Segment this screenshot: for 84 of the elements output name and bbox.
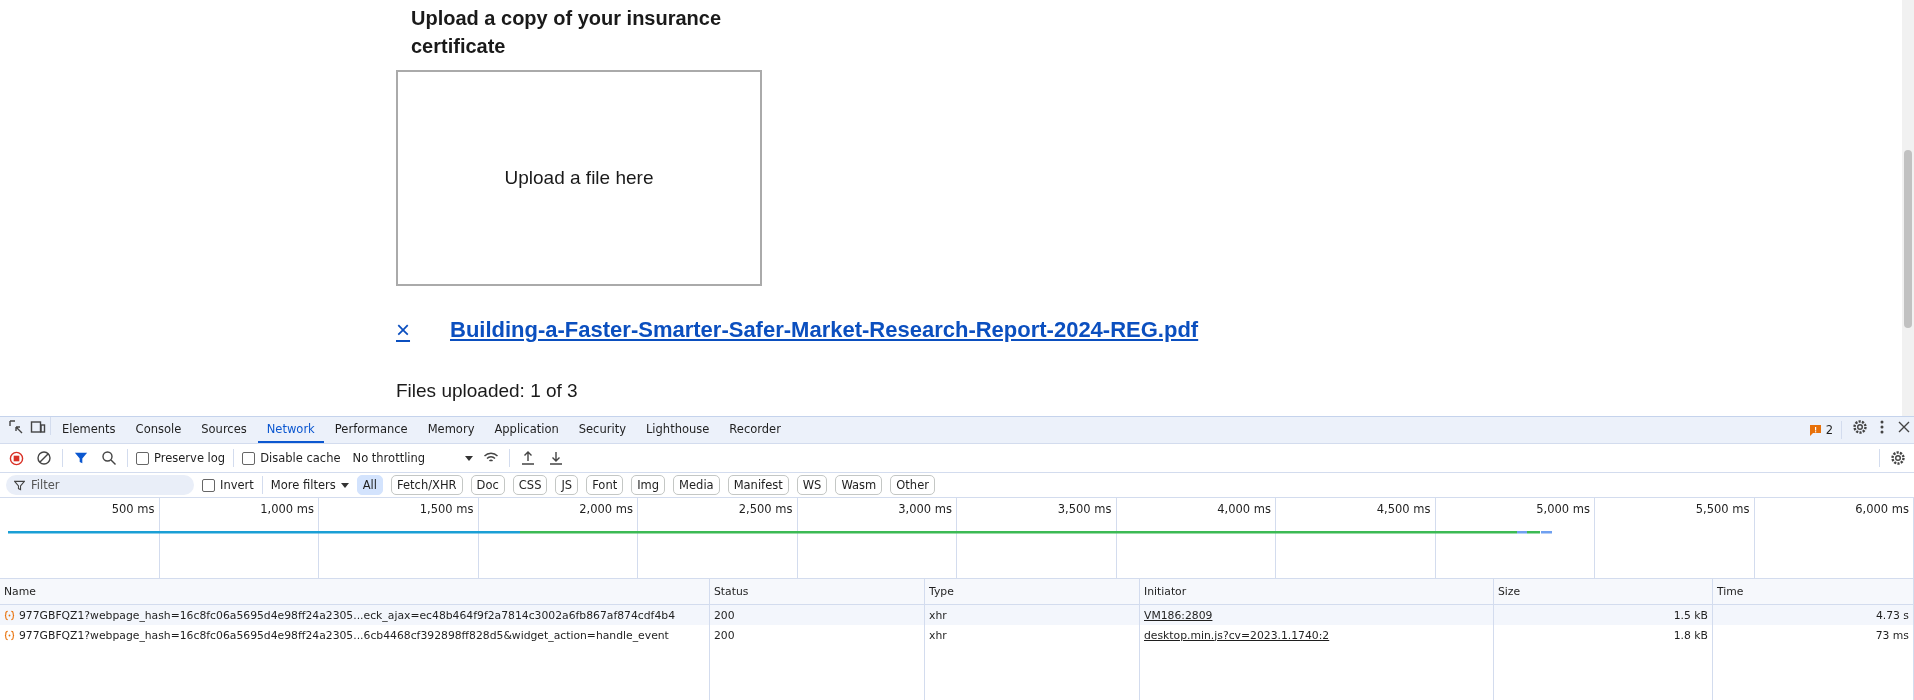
type-filter-chip[interactable]: Media [673,475,720,495]
more-filters-dropdown[interactable]: More filters [270,478,349,492]
disable-cache-checkbox[interactable]: Disable cache [242,451,341,465]
table-cell: 4.73 s [1713,605,1914,625]
close-icon[interactable] [1896,419,1912,435]
type-filter-chip[interactable]: Img [631,475,666,495]
scrollbar-thumb[interactable] [1904,150,1912,328]
devtools-tab[interactable]: Console [126,417,191,443]
preserve-log-checkbox[interactable]: Preserve log [136,451,226,465]
table-cell: xhr [925,605,1140,625]
devtools-tab[interactable]: Sources [192,417,256,443]
devtools-tab[interactable]: Memory [418,417,484,443]
table-cell: xhr [925,625,1140,645]
type-filter-chip[interactable]: WS [796,475,828,495]
upload-status: Files uploaded: 1 of 3 [396,380,579,402]
inspect-icon[interactable] [8,419,24,435]
column-header[interactable]: Status [710,579,925,605]
initiator-link[interactable]: desktop.min.js?cv=2023.1.1740:2 [1144,628,1330,642]
issues-count[interactable]: 2 [1825,423,1833,437]
issues-icon [1809,424,1821,436]
type-filter-chip[interactable]: Doc [470,475,505,495]
invert-checkbox[interactable]: Invert [202,478,254,492]
table-cell: 200 [710,605,925,625]
table-cell: 1.5 kB [1494,605,1713,625]
type-filter-chip[interactable]: Other [890,475,935,495]
upload-icon[interactable] [520,450,537,466]
settings-icon[interactable] [1852,419,1868,435]
type-filter-chip[interactable]: Wasm [835,475,883,495]
file-link[interactable]: Building-a-Faster-Smarter-Safer-Market-Research-Report-2024-REG.pdf [450,317,1199,343]
request-name-cell[interactable]: 977GBFQZ1?webpage_hash=16c8fc06a5695d4e98ff24a2305...6cb4468cf392898ff828d5&widget_action=handle_event [0,625,710,645]
request-name-cell[interactable]: 977GBFQZ1?webpage_hash=16c8fc06a5695d4e98ff24a2305...eck_ajax=ec48b464f9f2a7814c3002a6fb867af874cdf4b4 [0,605,710,625]
initiator-link[interactable]: VM186:2809 [1144,608,1213,622]
settings-icon[interactable] [1890,450,1906,466]
devtools-tab[interactable]: Network [257,417,324,443]
column-header[interactable]: Name [0,579,710,605]
type-filter-chip[interactable]: All [356,475,383,495]
request-name: 977GBFQZ1?webpage_hash=16c8fc06a5695d4e98ff24a2305...eck_ajax=ec48b464f9f2a7814c3002a6fb867af874cdf4b4 [19,608,676,622]
devtools-tab[interactable]: Security [569,417,635,443]
record-stop-icon[interactable] [8,450,24,466]
caret-icon [340,482,349,488]
device-toggle-icon[interactable] [30,419,46,435]
devtools-tab[interactable]: Lighthouse [636,417,719,443]
xhr-icon [4,629,15,641]
filter-icon [14,479,25,491]
clear-icon[interactable] [36,450,52,466]
devtools-tab[interactable]: Recorder [720,417,790,443]
remove-file-link[interactable]: × [396,316,426,344]
type-filter-chip[interactable]: Manifest [727,475,789,495]
download-icon[interactable] [548,450,565,466]
timeline-tick: 1,000 ms [260,502,314,516]
devtools-tab[interactable]: Performance [325,417,417,443]
devtools-tab[interactable]: Elements [53,417,125,443]
filter-icon[interactable] [74,451,88,465]
timeline-tick: 5,500 ms [1695,502,1750,516]
type-filter-chip[interactable]: Fetch/XHR [391,475,463,495]
column-header[interactable]: Type [925,579,1140,605]
throttling-dropdown[interactable]: No throttling [352,451,474,465]
timeline-tick: 3,500 ms [1057,502,1112,516]
search-icon[interactable] [101,450,117,466]
form-heading: Upload a copy of your insurance certificate [411,6,723,59]
table-cell: 200 [710,625,925,645]
column-header[interactable]: Size [1494,579,1713,605]
timeline-tick: 500 ms [111,502,155,516]
timeline-tick: 3,000 ms [898,502,952,516]
file-drop-zone[interactable]: Upload a file here [396,70,762,286]
request-name: 977GBFQZ1?webpage_hash=16c8fc06a5695d4e98ff24a2305...6cb4468cf392898ff828d5&widget_action=handle_event [19,628,669,642]
column-header[interactable]: Initiator [1140,579,1494,605]
timeline-tick: 5,000 ms [1536,502,1590,516]
column-header[interactable]: Time [1713,579,1914,605]
timeline-tick: 4,500 ms [1376,502,1431,516]
devtools-tab[interactable]: Application [485,417,568,443]
timeline-tick: 1,500 ms [419,502,474,516]
caret-icon [465,455,474,461]
xhr-icon [4,609,15,621]
timeline-tick: 6,000 ms [1855,502,1909,516]
table-cell: 73 ms [1713,625,1914,645]
type-filter-chip[interactable]: Font [586,475,624,495]
timeline-tick: 2,500 ms [738,502,793,516]
timeline-tick: 2,000 ms [579,502,633,516]
type-filter-chip[interactable]: CSS [512,475,548,495]
table-cell: 1.8 kB [1494,625,1713,645]
type-filter-chip[interactable]: JS [555,475,579,495]
timeline-tick: 4,000 ms [1217,502,1271,516]
filter-field[interactable]: Filter [6,475,194,495]
